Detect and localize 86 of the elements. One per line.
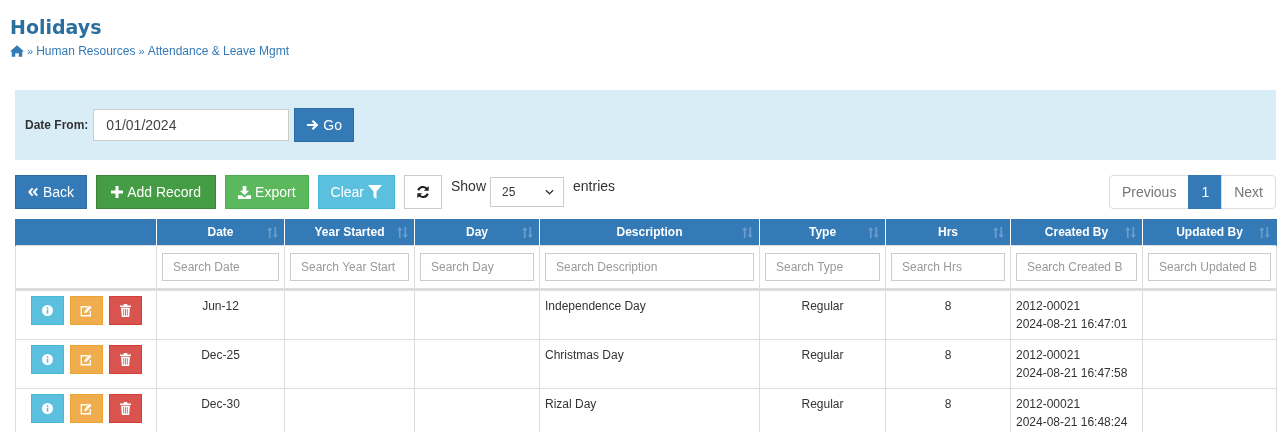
refresh-icon: [416, 185, 430, 199]
table-cell-text: 2024-08-21 16:47:58: [1016, 365, 1129, 382]
date-field[interactable]: 01/01/2024: [93, 109, 290, 141]
pagination-button[interactable]: Next: [1221, 175, 1276, 209]
back-button[interactable]: Back: [15, 175, 88, 209]
search-field[interactable]: Search Updated B: [1148, 253, 1271, 281]
show-label: Show: [451, 178, 487, 194]
page-size-select[interactable]: 25: [490, 177, 565, 207]
search-field[interactable]: Search Day: [420, 253, 534, 281]
table-cell-text: 8: [943, 347, 953, 364]
edit-icon: [80, 402, 92, 415]
column-header[interactable]: Type: [759, 219, 886, 246]
breadcrumb-separator: »: [138, 45, 145, 57]
search-field[interactable]: Search Hrs: [891, 253, 1005, 281]
column-header[interactable]: Description: [539, 219, 760, 246]
add-record-button[interactable]: Add Record: [96, 175, 217, 209]
delete-button[interactable]: [108, 296, 142, 325]
go-button[interactable]: Go: [294, 108, 355, 142]
edit-button[interactable]: [69, 345, 103, 374]
trash-icon: [119, 353, 131, 366]
pagination-button[interactable]: Previous: [1108, 175, 1190, 209]
download-icon: [238, 185, 252, 199]
column-header[interactable]: Day: [414, 219, 540, 246]
column-header[interactable]: Hrs: [885, 219, 1011, 246]
sort-icon[interactable]: [868, 226, 879, 238]
table-cell-text: Christmas Day: [545, 347, 625, 364]
table-cell-text: Regular: [800, 298, 845, 315]
sort-icon[interactable]: [1125, 226, 1136, 238]
info-button[interactable]: [30, 345, 64, 374]
info-button[interactable]: [30, 394, 64, 423]
table-cell-text: Independence Day: [545, 298, 647, 315]
delete-button[interactable]: [108, 345, 142, 374]
column-header[interactable]: Updated By: [1142, 219, 1277, 246]
export-button[interactable]: Export: [225, 175, 309, 209]
pagination-button[interactable]: 1: [1188, 175, 1223, 209]
breadcrumb-link[interactable]: Human Resources: [36, 44, 136, 58]
table-cell-text: Rizal Day: [545, 396, 598, 413]
table-cell-text: Dec-25: [200, 347, 241, 364]
plus-icon: [111, 186, 124, 198]
table-cell-text: Dec-30: [200, 396, 241, 413]
breadcrumb-link[interactable]: Attendance & Leave Mgmt: [147, 44, 290, 58]
table-cell-text: 2012-00021: [1016, 298, 1082, 315]
sort-icon[interactable]: [522, 226, 533, 238]
edit-icon: [80, 304, 92, 317]
breadcrumb-separator: »: [27, 45, 34, 57]
sort-icon[interactable]: [397, 226, 408, 238]
search-field[interactable]: Search Description: [545, 253, 754, 281]
delete-button[interactable]: [108, 394, 142, 423]
search-field[interactable]: Search Created B: [1016, 253, 1137, 281]
table-cell-text: Regular: [800, 347, 845, 364]
trash-icon: [119, 304, 131, 317]
column-header[interactable]: Date: [156, 219, 285, 246]
table-cell-text: Regular: [800, 396, 845, 413]
info-icon: [41, 305, 53, 316]
edit-button[interactable]: [69, 296, 103, 325]
chevron-down-icon: [545, 189, 555, 195]
arrow-right-icon: [306, 119, 320, 131]
edit-icon: [80, 353, 92, 366]
filter-icon: [368, 185, 382, 199]
entries-label: entries: [573, 178, 616, 194]
sort-icon[interactable]: [742, 226, 753, 238]
search-field[interactable]: Search Year Start: [290, 253, 409, 281]
sort-icon[interactable]: [993, 226, 1004, 238]
double-chevron-left-icon: [28, 187, 39, 197]
column-header[interactable]: Created By: [1010, 219, 1143, 246]
table-cell-text: 2024-08-21 16:47:01: [1016, 316, 1129, 333]
sort-icon[interactable]: [267, 226, 278, 238]
column-header[interactable]: Year Started: [284, 219, 415, 246]
info-button[interactable]: [30, 296, 64, 325]
edit-button[interactable]: [69, 394, 103, 423]
search-field[interactable]: Search Date: [162, 253, 279, 281]
table-cell-text: 2012-00021: [1016, 347, 1082, 364]
page-title: Holidays: [10, 16, 103, 38]
date-from-label: Date From:: [25, 118, 89, 132]
table-cell-text: 2012-00021: [1016, 396, 1082, 413]
table-cell-text: 8: [943, 396, 953, 413]
sort-icon[interactable]: [1259, 226, 1270, 238]
refresh-button[interactable]: [404, 175, 442, 209]
info-icon: [41, 403, 53, 414]
home-icon[interactable]: [10, 45, 24, 57]
info-icon: [41, 354, 53, 365]
trash-icon: [119, 402, 131, 415]
search-field[interactable]: Search Type: [765, 253, 880, 281]
table-cell-text: 8: [943, 298, 953, 315]
table-cell-text: Jun-12: [201, 298, 240, 315]
table-cell-text: 2024-08-21 16:48:24: [1016, 414, 1129, 431]
